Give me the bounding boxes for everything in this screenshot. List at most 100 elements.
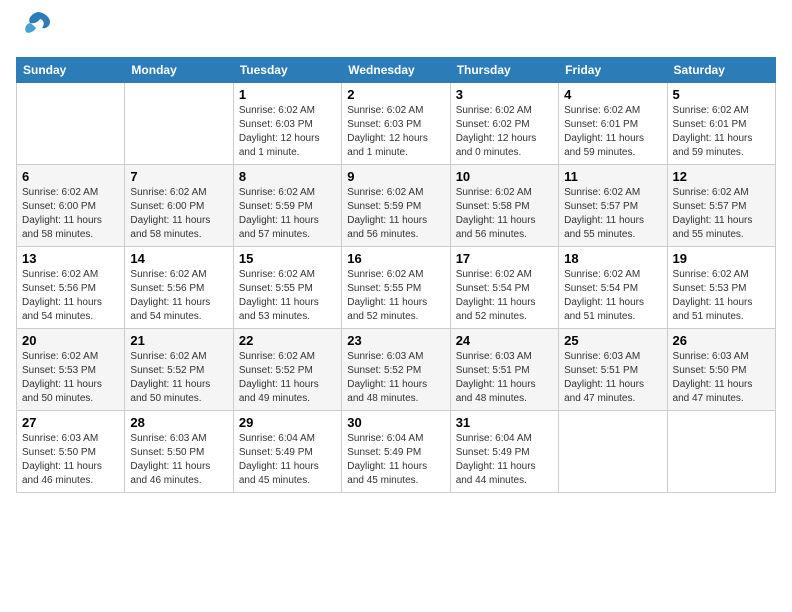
calendar-cell: 27 Sunrise: 6:03 AM Sunset: 5:50 PM Dayli… xyxy=(17,411,125,493)
calendar-cell: 7 Sunrise: 6:02 AM Sunset: 6:00 PM Daylig… xyxy=(125,165,233,247)
day-number: 5 xyxy=(673,87,770,102)
day-number: 14 xyxy=(130,251,227,266)
day-info: Sunrise: 6:03 AM Sunset: 5:50 PM Dayligh… xyxy=(130,432,227,488)
calendar-cell: 2 Sunrise: 6:02 AM Sunset: 6:03 PM Daylig… xyxy=(342,83,450,165)
day-number: 7 xyxy=(130,169,227,184)
day-number: 4 xyxy=(564,87,661,102)
col-header-wednesday: Wednesday xyxy=(342,58,450,83)
calendar-cell: 22 Sunrise: 6:02 AM Sunset: 5:52 PM Dayli… xyxy=(233,329,341,411)
day-number: 9 xyxy=(347,169,444,184)
day-number: 15 xyxy=(239,251,336,266)
day-number: 6 xyxy=(22,169,119,184)
header xyxy=(16,16,776,47)
calendar-cell xyxy=(559,411,667,493)
calendar-cell: 20 Sunrise: 6:02 AM Sunset: 5:53 PM Dayli… xyxy=(17,329,125,411)
calendar-cell: 5 Sunrise: 6:02 AM Sunset: 6:01 PM Daylig… xyxy=(667,83,775,165)
day-info: Sunrise: 6:02 AM Sunset: 5:57 PM Dayligh… xyxy=(673,186,770,242)
day-info: Sunrise: 6:02 AM Sunset: 6:01 PM Dayligh… xyxy=(564,104,661,160)
day-info: Sunrise: 6:02 AM Sunset: 5:53 PM Dayligh… xyxy=(22,350,119,406)
day-info: Sunrise: 6:03 AM Sunset: 5:51 PM Dayligh… xyxy=(456,350,553,406)
calendar-cell: 15 Sunrise: 6:02 AM Sunset: 5:55 PM Dayli… xyxy=(233,247,341,329)
day-info: Sunrise: 6:02 AM Sunset: 6:03 PM Dayligh… xyxy=(239,104,336,160)
day-number: 25 xyxy=(564,333,661,348)
day-info: Sunrise: 6:04 AM Sunset: 5:49 PM Dayligh… xyxy=(239,432,336,488)
day-info: Sunrise: 6:02 AM Sunset: 6:00 PM Dayligh… xyxy=(130,186,227,242)
calendar-cell xyxy=(667,411,775,493)
col-header-tuesday: Tuesday xyxy=(233,58,341,83)
day-number: 16 xyxy=(347,251,444,266)
day-info: Sunrise: 6:02 AM Sunset: 5:56 PM Dayligh… xyxy=(22,268,119,324)
calendar-cell: 18 Sunrise: 6:02 AM Sunset: 5:54 PM Dayli… xyxy=(559,247,667,329)
calendar-cell: 31 Sunrise: 6:04 AM Sunset: 5:49 PM Dayli… xyxy=(450,411,558,493)
day-info: Sunrise: 6:04 AM Sunset: 5:49 PM Dayligh… xyxy=(456,432,553,488)
day-number: 19 xyxy=(673,251,770,266)
day-number: 3 xyxy=(456,87,553,102)
calendar-header: SundayMondayTuesdayWednesdayThursdayFrid… xyxy=(17,58,776,83)
calendar-cell: 3 Sunrise: 6:02 AM Sunset: 6:02 PM Daylig… xyxy=(450,83,558,165)
day-info: Sunrise: 6:02 AM Sunset: 5:59 PM Dayligh… xyxy=(239,186,336,242)
day-info: Sunrise: 6:02 AM Sunset: 5:59 PM Dayligh… xyxy=(347,186,444,242)
day-info: Sunrise: 6:04 AM Sunset: 5:49 PM Dayligh… xyxy=(347,432,444,488)
day-number: 8 xyxy=(239,169,336,184)
day-number: 20 xyxy=(22,333,119,348)
calendar-cell: 14 Sunrise: 6:02 AM Sunset: 5:56 PM Dayli… xyxy=(125,247,233,329)
col-header-sunday: Sunday xyxy=(17,58,125,83)
calendar-cell: 9 Sunrise: 6:02 AM Sunset: 5:59 PM Daylig… xyxy=(342,165,450,247)
day-number: 31 xyxy=(456,415,553,430)
day-info: Sunrise: 6:02 AM Sunset: 5:52 PM Dayligh… xyxy=(130,350,227,406)
calendar-cell: 23 Sunrise: 6:03 AM Sunset: 5:52 PM Dayli… xyxy=(342,329,450,411)
calendar-cell: 12 Sunrise: 6:02 AM Sunset: 5:57 PM Dayli… xyxy=(667,165,775,247)
day-number: 17 xyxy=(456,251,553,266)
day-info: Sunrise: 6:02 AM Sunset: 6:03 PM Dayligh… xyxy=(347,104,444,160)
calendar-cell: 10 Sunrise: 6:02 AM Sunset: 5:58 PM Dayli… xyxy=(450,165,558,247)
day-info: Sunrise: 6:03 AM Sunset: 5:50 PM Dayligh… xyxy=(22,432,119,488)
day-number: 30 xyxy=(347,415,444,430)
logo-bird-icon xyxy=(20,6,56,47)
calendar-cell: 13 Sunrise: 6:02 AM Sunset: 5:56 PM Dayli… xyxy=(17,247,125,329)
day-info: Sunrise: 6:02 AM Sunset: 6:00 PM Dayligh… xyxy=(22,186,119,242)
calendar-cell: 17 Sunrise: 6:02 AM Sunset: 5:54 PM Dayli… xyxy=(450,247,558,329)
day-number: 28 xyxy=(130,415,227,430)
day-info: Sunrise: 6:03 AM Sunset: 5:51 PM Dayligh… xyxy=(564,350,661,406)
calendar-cell: 26 Sunrise: 6:03 AM Sunset: 5:50 PM Dayli… xyxy=(667,329,775,411)
col-header-friday: Friday xyxy=(559,58,667,83)
calendar-table: SundayMondayTuesdayWednesdayThursdayFrid… xyxy=(16,57,776,493)
day-number: 13 xyxy=(22,251,119,266)
calendar-cell: 16 Sunrise: 6:02 AM Sunset: 5:55 PM Dayli… xyxy=(342,247,450,329)
day-info: Sunrise: 6:02 AM Sunset: 5:55 PM Dayligh… xyxy=(347,268,444,324)
day-info: Sunrise: 6:02 AM Sunset: 5:52 PM Dayligh… xyxy=(239,350,336,406)
day-number: 10 xyxy=(456,169,553,184)
day-info: Sunrise: 6:02 AM Sunset: 5:56 PM Dayligh… xyxy=(130,268,227,324)
day-info: Sunrise: 6:03 AM Sunset: 5:52 PM Dayligh… xyxy=(347,350,444,406)
calendar-cell xyxy=(125,83,233,165)
day-number: 12 xyxy=(673,169,770,184)
day-info: Sunrise: 6:02 AM Sunset: 5:53 PM Dayligh… xyxy=(673,268,770,324)
day-info: Sunrise: 6:02 AM Sunset: 5:54 PM Dayligh… xyxy=(564,268,661,324)
day-number: 26 xyxy=(673,333,770,348)
day-info: Sunrise: 6:02 AM Sunset: 6:02 PM Dayligh… xyxy=(456,104,553,160)
day-info: Sunrise: 6:02 AM Sunset: 5:58 PM Dayligh… xyxy=(456,186,553,242)
day-number: 22 xyxy=(239,333,336,348)
day-number: 29 xyxy=(239,415,336,430)
calendar-cell: 11 Sunrise: 6:02 AM Sunset: 5:57 PM Dayli… xyxy=(559,165,667,247)
calendar-cell: 6 Sunrise: 6:02 AM Sunset: 6:00 PM Daylig… xyxy=(17,165,125,247)
day-info: Sunrise: 6:02 AM Sunset: 5:54 PM Dayligh… xyxy=(456,268,553,324)
day-number: 1 xyxy=(239,87,336,102)
day-number: 23 xyxy=(347,333,444,348)
calendar-cell: 19 Sunrise: 6:02 AM Sunset: 5:53 PM Dayli… xyxy=(667,247,775,329)
col-header-monday: Monday xyxy=(125,58,233,83)
day-number: 2 xyxy=(347,87,444,102)
calendar-cell: 28 Sunrise: 6:03 AM Sunset: 5:50 PM Dayli… xyxy=(125,411,233,493)
day-number: 27 xyxy=(22,415,119,430)
day-info: Sunrise: 6:02 AM Sunset: 5:57 PM Dayligh… xyxy=(564,186,661,242)
day-number: 11 xyxy=(564,169,661,184)
day-info: Sunrise: 6:02 AM Sunset: 6:01 PM Dayligh… xyxy=(673,104,770,160)
calendar-cell xyxy=(17,83,125,165)
day-info: Sunrise: 6:02 AM Sunset: 5:55 PM Dayligh… xyxy=(239,268,336,324)
calendar-cell: 4 Sunrise: 6:02 AM Sunset: 6:01 PM Daylig… xyxy=(559,83,667,165)
calendar-cell: 30 Sunrise: 6:04 AM Sunset: 5:49 PM Dayli… xyxy=(342,411,450,493)
calendar-cell: 1 Sunrise: 6:02 AM Sunset: 6:03 PM Daylig… xyxy=(233,83,341,165)
calendar-cell: 29 Sunrise: 6:04 AM Sunset: 5:49 PM Dayli… xyxy=(233,411,341,493)
day-number: 18 xyxy=(564,251,661,266)
day-info: Sunrise: 6:03 AM Sunset: 5:50 PM Dayligh… xyxy=(673,350,770,406)
